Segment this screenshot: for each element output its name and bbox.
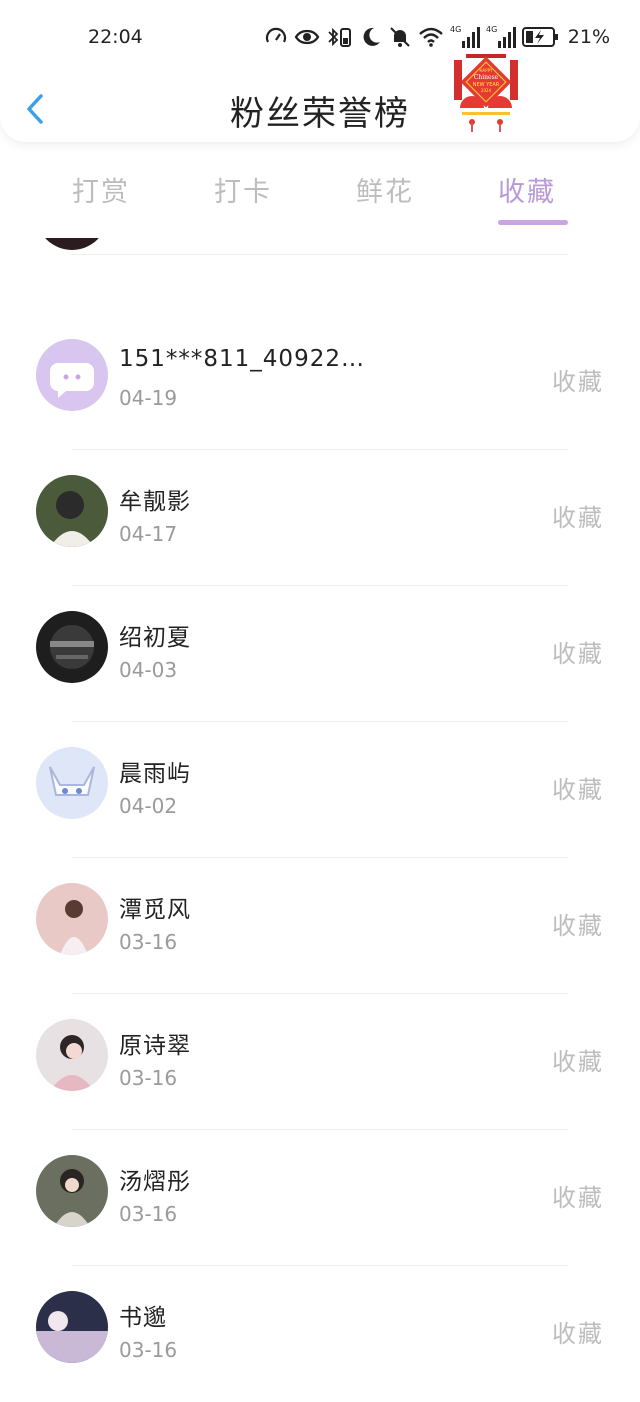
list-item[interactable]: 牟靓影 04-17 收藏: [0, 450, 640, 586]
svg-text:4G: 4G: [486, 25, 497, 34]
tab-favorites[interactable]: 收藏: [498, 170, 556, 209]
item-name: 书邈: [119, 1305, 167, 1331]
moon-icon: [363, 27, 380, 46]
item-date: 03-16: [119, 1202, 178, 1226]
avatar: [36, 1019, 108, 1091]
eye-icon: [294, 29, 320, 45]
signal-4g-icon: 4G: [486, 25, 516, 48]
avatar: [36, 475, 108, 547]
avatar: [36, 747, 108, 819]
status-time: 22:04: [88, 26, 143, 48]
favorite-label: 收藏: [552, 912, 604, 940]
favorite-label: 收藏: [552, 776, 604, 804]
wifi-icon: [418, 27, 443, 47]
divider: [72, 254, 568, 255]
item-date: 03-16: [119, 1338, 178, 1362]
deco-text: HAPPY: [480, 68, 493, 73]
item-date: 04-17: [119, 522, 178, 546]
item-name: 牟靓影: [119, 489, 191, 515]
favorite-label: 收藏: [552, 1048, 604, 1076]
list-item[interactable]: 汤熠彤 03-16 收藏: [0, 1130, 640, 1266]
header: 22:04 4G 4G 21% 粉丝荣誉榜 HAPPY Chinese NEW …: [0, 0, 640, 142]
svg-text:4G: 4G: [450, 25, 461, 34]
item-name: 绍初夏: [119, 625, 191, 651]
signal-4g-icon: 4G: [450, 25, 480, 48]
item-date: 04-19: [119, 386, 178, 410]
battery-percent: 21%: [567, 26, 610, 48]
avatar: [36, 883, 108, 955]
avatar: [36, 339, 108, 411]
favorite-label: 收藏: [552, 1184, 604, 1212]
avatar: [36, 611, 108, 683]
item-date: 03-16: [119, 1066, 178, 1090]
item-date: 04-03: [119, 658, 178, 682]
status-icons: 4G 4G 21%: [264, 22, 610, 52]
tab-reward[interactable]: 打赏: [72, 170, 130, 209]
speedometer-icon: [265, 27, 286, 43]
battery-charging-icon: [521, 27, 558, 47]
list-item[interactable]: 绍初夏 04-03 收藏: [0, 586, 640, 722]
item-name: 151***811_40922…: [119, 346, 365, 372]
item-name: 潭觅风: [119, 897, 191, 923]
favorite-label: 收藏: [552, 640, 604, 668]
tab-active-indicator: [498, 220, 568, 225]
tab-bar: 打赏 打卡 鲜花 收藏: [0, 148, 640, 238]
tab-checkin[interactable]: 打卡: [214, 170, 272, 209]
deco-text: 2024: [481, 88, 492, 93]
list-item[interactable]: 潭觅风 03-16 收藏: [0, 858, 640, 994]
item-name: 晨雨屿: [119, 761, 191, 787]
avatar: [36, 1291, 108, 1363]
new-year-decoration-icon: HAPPY Chinese NEW YEAR 2024: [454, 54, 518, 132]
page-title: 粉丝荣誉榜: [230, 94, 410, 134]
favorite-label: 收藏: [552, 504, 604, 532]
list-item[interactable]: 书邈 03-16 收藏: [0, 1266, 640, 1402]
item-name: 汤熠彤: [119, 1169, 191, 1195]
item-date: 04-02: [119, 794, 178, 818]
deco-text: Chinese: [474, 74, 499, 81]
list-item[interactable]: 151***811_40922… 04-19 收藏: [0, 314, 640, 450]
bell-off-icon: [390, 27, 410, 47]
list-item[interactable]: 晨雨屿 04-02 收藏: [0, 722, 640, 858]
status-bar: 22:04 4G 4G 21%: [0, 0, 640, 78]
favorite-label: 收藏: [552, 1320, 604, 1348]
favorite-label: 收藏: [552, 368, 604, 396]
avatar: [36, 1155, 108, 1227]
item-date: 03-16: [119, 930, 178, 954]
tab-flowers[interactable]: 鲜花: [356, 170, 414, 209]
list-item[interactable]: 原诗翠 03-16 收藏: [0, 994, 640, 1130]
bluetooth-battery-icon: [328, 27, 351, 47]
item-name: 原诗翠: [119, 1033, 191, 1059]
